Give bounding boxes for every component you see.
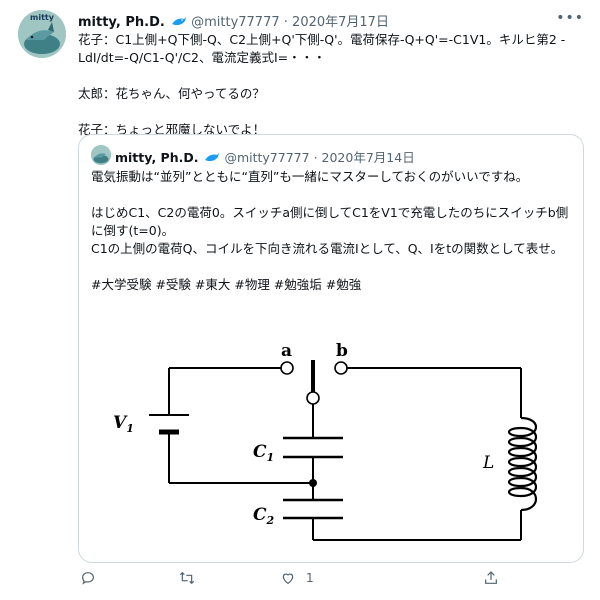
quoted-avatar-dolphin-image	[91, 145, 111, 165]
switch-pivot	[306, 391, 320, 405]
switch-b-label: b	[336, 341, 348, 361]
switch-terminal-b	[334, 361, 348, 375]
dolphin-badge-icon	[171, 16, 187, 32]
quoted-author-name: mitty, Ph.D.	[115, 150, 199, 165]
share-button[interactable]	[483, 570, 499, 586]
heart-icon	[282, 573, 294, 585]
header-separator: ·	[283, 15, 288, 30]
inductor-label: L	[482, 453, 494, 473]
c1-label: C1	[253, 442, 274, 464]
inductor-coil	[507, 416, 538, 512]
battery-label: V1	[113, 413, 134, 435]
circuit-diagram: a b V1 C1 C2 L	[113, 341, 538, 541]
reply-icon	[82, 572, 94, 585]
quoted-paragraph-2-line-2: C1の上側の電荷Q、コイルを下向き流れる電流Iとして、Q、Iをtの関数として表せ…	[91, 241, 564, 256]
quoted-paragraph-2-line-1: はじめC1、C2の電荷0。スイッチa側に倒してC1をV1で充電したのちにスイッチ…	[91, 205, 569, 238]
c2-label-main: C	[253, 505, 267, 525]
quoted-date: 2020年7月14日	[321, 150, 415, 165]
quoted-tweet[interactable]: mitty, Ph.D. @mitty77777 · 2020年7月14日 電気…	[78, 134, 584, 563]
c2-label-sub: 2	[266, 514, 275, 527]
retweet-button[interactable]	[178, 570, 196, 586]
tweet-header: mitty, Ph.D. @mitty77777 · 2020年7月17日	[78, 11, 389, 32]
junction-dot	[309, 479, 317, 487]
c1-label-sub: 1	[267, 451, 275, 464]
tweet-line-1: 花子：C1上側+Q下側-Q、C2上側+Q'下側-Q'。電荷保存-Q+Q'=-C1…	[78, 32, 566, 65]
quoted-avatar	[91, 145, 111, 165]
share-icon	[485, 571, 497, 584]
battery-label-sub: 1	[126, 422, 134, 435]
quoted-dolphin-badge-icon	[204, 152, 220, 167]
author-handle[interactable]: @mitty77777	[191, 15, 280, 30]
author-name[interactable]: mitty, Ph.D.	[78, 15, 165, 30]
switch-terminal-a	[280, 361, 294, 375]
hashtags[interactable]: #大学受験 #受験 #東大 #物理 #勉強垢 #勉強	[91, 276, 571, 294]
like-button[interactable]: 1	[280, 570, 314, 586]
avatar[interactable]: mitty	[18, 10, 66, 58]
tweet-body: 花子：C1上側+Q下側-Q、C2上側+Q'下側-Q'。電荷保存-Q+Q'=-C1…	[78, 31, 583, 139]
tweet-date[interactable]: 2020年7月17日	[292, 15, 389, 30]
quoted-author-handle: @mitty77777	[224, 150, 310, 165]
quoted-paragraph-1: 電気振動は“並列”とともに“直列”も一緒にマスターしておくのがいいですね。	[91, 169, 529, 184]
action-bar: 1	[78, 570, 508, 590]
quoted-separator: ·	[313, 150, 318, 165]
quoted-body: 電気振動は“並列”とともに“直列”も一緒にマスターしておくのがいいですね。 はじ…	[91, 168, 571, 294]
reply-button[interactable]	[80, 570, 96, 586]
avatar-text: mitty	[30, 13, 54, 22]
tweet: mitty mitty, Ph.D. @mitty77777 · 2020年7月…	[0, 0, 600, 600]
switch-a-label: a	[281, 341, 292, 361]
c2-label: C2	[253, 505, 275, 527]
tweet-line-2: 太郎：花ちゃん、何やってるの？	[78, 86, 265, 101]
retweet-icon	[179, 572, 195, 584]
like-count: 1	[306, 571, 314, 585]
c1-label-main: C	[253, 442, 267, 462]
more-horizontal-icon[interactable]: •••	[556, 10, 584, 26]
quoted-header: mitty, Ph.D. @mitty77777 · 2020年7月14日	[115, 147, 415, 167]
